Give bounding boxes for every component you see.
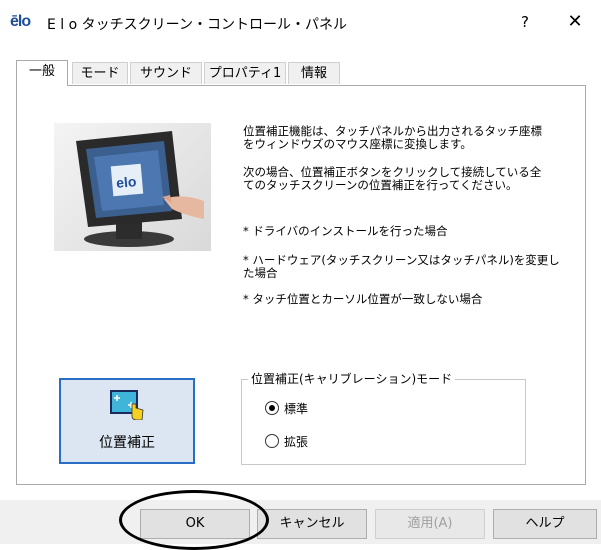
bullet-position-mismatch: * タッチ位置とカーソル位置が一致しない場合: [243, 292, 483, 306]
apply-button: 適用(A): [375, 509, 485, 539]
window-title: E l o タッチスクリーン・コントロール・パネル: [47, 17, 347, 33]
radio-standard[interactable]: [265, 401, 279, 415]
radio-extended[interactable]: [265, 434, 279, 448]
elo-logo: ēlo: [10, 13, 31, 30]
description-line-2: をウィンドウズのマウス座標に変換します。: [243, 137, 472, 151]
calibrate-button[interactable]: 位置補正: [59, 378, 195, 464]
instruction-line-2: てのタッチスクリーンの位置補正を行ってください。: [243, 178, 518, 192]
tab-property1[interactable]: プロパティ1: [204, 62, 286, 84]
tab-mode[interactable]: モード: [72, 62, 128, 84]
bullet-hardware-change-line-1: * ハードウェア(タッチスクリーン又はタッチパネル)を変更し: [243, 253, 560, 267]
bullet-driver-install: * ドライバのインストールを行った場合: [243, 224, 448, 238]
calibration-mode-group-title: 位置補正(キャリブレーション)モード: [248, 370, 456, 387]
tab-general[interactable]: 一般: [16, 60, 68, 86]
close-button[interactable]: ✕: [555, 8, 595, 36]
radio-standard-label[interactable]: 標準: [284, 400, 308, 417]
cancel-button[interactable]: キャンセル: [257, 509, 367, 539]
ok-button[interactable]: OK: [140, 509, 250, 539]
calibration-mode-group: [241, 379, 526, 465]
tab-info[interactable]: 情報: [288, 62, 340, 84]
touch-calibration-icon: [110, 390, 144, 421]
tab-sound[interactable]: サウンド: [130, 62, 202, 84]
title-bar: ēlo E l o タッチスクリーン・コントロール・パネル ? ✕: [0, 0, 601, 44]
monitor-logo: elo: [116, 173, 138, 191]
calibrate-button-label: 位置補正: [99, 435, 155, 451]
help-button[interactable]: ヘルプ: [493, 509, 597, 539]
radio-extended-label[interactable]: 拡張: [284, 433, 308, 450]
touch-monitor-photo: elo: [54, 123, 211, 251]
help-title-button[interactable]: ?: [505, 8, 545, 36]
bullet-hardware-change-line-2: た場合: [243, 266, 278, 280]
